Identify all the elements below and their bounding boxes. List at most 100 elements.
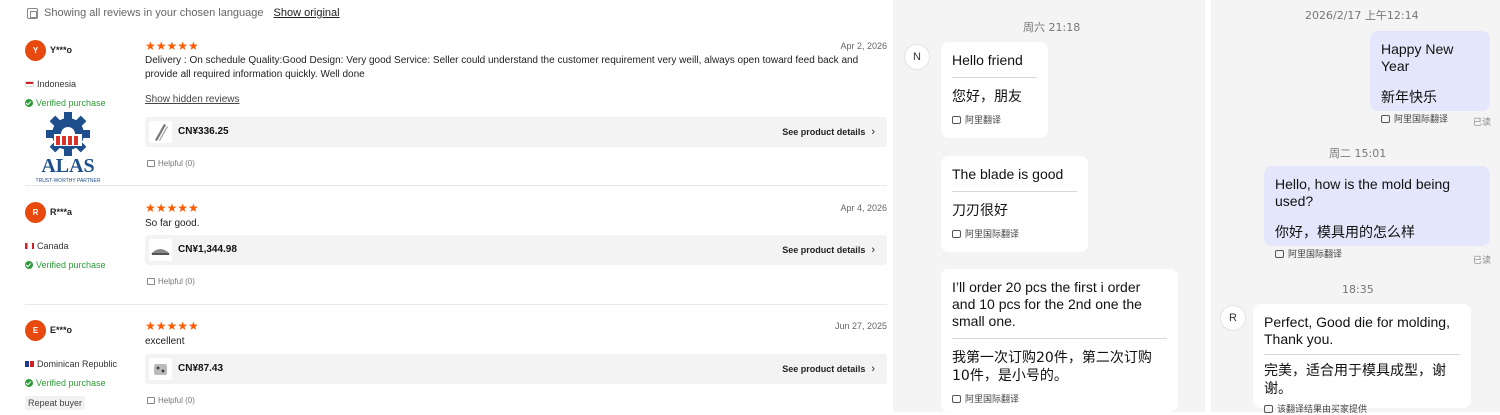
- message-text: Happy New Year: [1381, 41, 1454, 74]
- logo-tagline: TRUST-WORTHY PARTNER: [36, 178, 101, 184]
- product-thumbnail: [149, 358, 172, 380]
- avatar: Y: [25, 40, 46, 61]
- review-item: E E***o Dominican Republic Verified purc…: [25, 318, 887, 412]
- helpful-label: Helpful (0): [158, 159, 195, 168]
- translation-source: 阿里翻译: [965, 116, 1002, 126]
- translation-tag: 该翻译结果由买家提供: [1264, 402, 1460, 415]
- verified-badge: Verified purchase: [25, 260, 106, 270]
- review-item: R R***a Canada Verified purchase ★★★★★ A…: [25, 200, 887, 310]
- helpful-label: Helpful (0): [158, 277, 195, 286]
- review-date: Jun 27, 2025: [834, 321, 887, 331]
- flag-indonesia-icon: [25, 81, 34, 87]
- product-price: CN¥1,344.98: [178, 244, 237, 255]
- review-date: Apr 4, 2026: [840, 203, 887, 213]
- reviewer-country: Canada: [25, 241, 69, 251]
- review-text: Delivery : On schedule Quality:Good Desi…: [145, 55, 859, 80]
- translation-tag: 阿里国际翻译: [1381, 112, 1479, 125]
- divider: [952, 77, 1037, 78]
- chat-timestamp: 18:35: [1342, 283, 1374, 296]
- see-product-details-link[interactable]: See product details ›: [782, 363, 875, 375]
- divider: [952, 338, 1167, 339]
- verified-label: Verified purchase: [36, 378, 106, 388]
- translate-icon: [952, 394, 961, 403]
- verified-label: Verified purchase: [36, 260, 106, 270]
- message-text: Hello, how is the mold being used?: [1275, 176, 1451, 209]
- see-product-details-link[interactable]: See product details ›: [782, 244, 875, 256]
- chevron-right-icon: ›: [871, 126, 875, 138]
- message-text: Perfect, Good die for molding, Thank you…: [1264, 314, 1450, 347]
- reviewer-name: Y***o: [50, 45, 73, 55]
- check-icon: [25, 99, 33, 107]
- translation-source: 阿里国际翻译: [965, 395, 1020, 405]
- translation-tag: 阿里国际翻译: [952, 227, 1077, 240]
- message-translation: 您好，朋友: [952, 89, 1022, 105]
- message-text: The blade is good: [952, 166, 1064, 182]
- rating-stars: ★★★★★: [145, 319, 199, 333]
- reviewer-country: Indonesia: [25, 79, 76, 89]
- message-bubble[interactable]: Happy New Year 新年快乐 阿里国际翻译: [1370, 31, 1490, 125]
- see-details-label: See product details: [782, 364, 866, 374]
- read-receipt: 已读: [1473, 118, 1492, 128]
- translation-tag: 阿里国际翻译: [952, 392, 1167, 405]
- language-notice: Showing all reviews in your chosen langu…: [27, 7, 340, 19]
- product-row[interactable]: CN¥87.43 See product details ›: [145, 354, 887, 384]
- reviewer-name: R***a: [50, 207, 73, 217]
- product-row[interactable]: CN¥1,344.98 See product details ›: [145, 235, 887, 265]
- thumbs-up-icon: [147, 278, 155, 285]
- message-translation: 完美，适合用于模具成型，谢谢。: [1264, 363, 1446, 397]
- repeat-buyer-badge: Repeat buyer: [25, 396, 86, 410]
- see-product-details-link[interactable]: See product details ›: [782, 126, 875, 138]
- review-text: excellent: [145, 336, 185, 347]
- flag-canada-icon: [25, 243, 34, 249]
- product-thumbnail: [149, 121, 172, 143]
- message-bubble[interactable]: Perfect, Good die for molding, Thank you…: [1253, 304, 1471, 415]
- see-details-label: See product details: [782, 127, 866, 137]
- translation-source: 该翻译结果由买家提供: [1277, 405, 1368, 415]
- rating-stars: ★★★★★: [145, 39, 199, 53]
- message-bubble[interactable]: The blade is good 刀刃很好 阿里国际翻译: [941, 156, 1088, 252]
- avatar: E: [25, 320, 46, 341]
- translate-icon: [952, 115, 961, 124]
- message-text: Hello friend: [952, 52, 1023, 68]
- show-original-link[interactable]: Show original: [274, 7, 340, 19]
- chat-panel: 周六 21:18 N Hello friend 您好，朋友 阿里翻译 The b…: [893, 0, 1500, 415]
- avatar: R: [1220, 305, 1246, 331]
- avatar: R: [25, 202, 46, 223]
- helpful-button[interactable]: Helpful (0): [147, 396, 195, 405]
- message-translation: 新年快乐: [1381, 90, 1437, 106]
- translation-tag: 阿里国际翻译: [1275, 247, 1479, 260]
- chat-timestamp: 周六 21:18: [1023, 21, 1081, 34]
- message-bubble[interactable]: Hello friend 您好，朋友 阿里翻译: [941, 42, 1048, 138]
- helpful-label: Helpful (0): [158, 396, 195, 405]
- language-note: Showing all reviews in your chosen langu…: [44, 7, 264, 19]
- reviewer-name: E***o: [50, 325, 73, 335]
- thumbs-up-icon: [147, 397, 155, 404]
- product-price: CN¥87.43: [178, 363, 224, 374]
- flag-dominican-republic-icon: [25, 361, 34, 367]
- product-row[interactable]: CN¥336.25 See product details ›: [145, 117, 887, 147]
- read-receipt: 已读: [1473, 256, 1492, 266]
- check-icon: [25, 379, 33, 387]
- message-bubble[interactable]: Hello, how is the mold being used? 你好，模具…: [1264, 166, 1490, 260]
- divider: [952, 191, 1077, 192]
- verified-badge: Verified purchase: [25, 98, 106, 108]
- logo-name: ALAS: [41, 155, 94, 177]
- see-details-label: See product details: [782, 245, 866, 255]
- helpful-button[interactable]: Helpful (0): [147, 159, 195, 168]
- review-item: Y Y***o Indonesia Verified purchase ALAS…: [25, 37, 887, 187]
- translate-icon: [1264, 404, 1273, 413]
- verified-badge: Verified purchase: [25, 378, 106, 388]
- show-hidden-reviews-link[interactable]: Show hidden reviews: [145, 94, 240, 105]
- country-label: Canada: [37, 241, 69, 251]
- helpful-button[interactable]: Helpful (0): [147, 277, 195, 286]
- divider: [1205, 0, 1211, 412]
- divider: [25, 304, 887, 305]
- check-icon: [25, 261, 33, 269]
- review-text: So far good.: [145, 218, 200, 229]
- message-bubble[interactable]: I’ll order 20 pcs the first i order and …: [941, 269, 1178, 412]
- product-thumbnail: [149, 239, 172, 261]
- verified-label: Verified purchase: [36, 98, 106, 108]
- country-label: Indonesia: [37, 79, 77, 89]
- product-price: CN¥336.25: [178, 126, 229, 137]
- review-date: Apr 2, 2026: [840, 41, 887, 51]
